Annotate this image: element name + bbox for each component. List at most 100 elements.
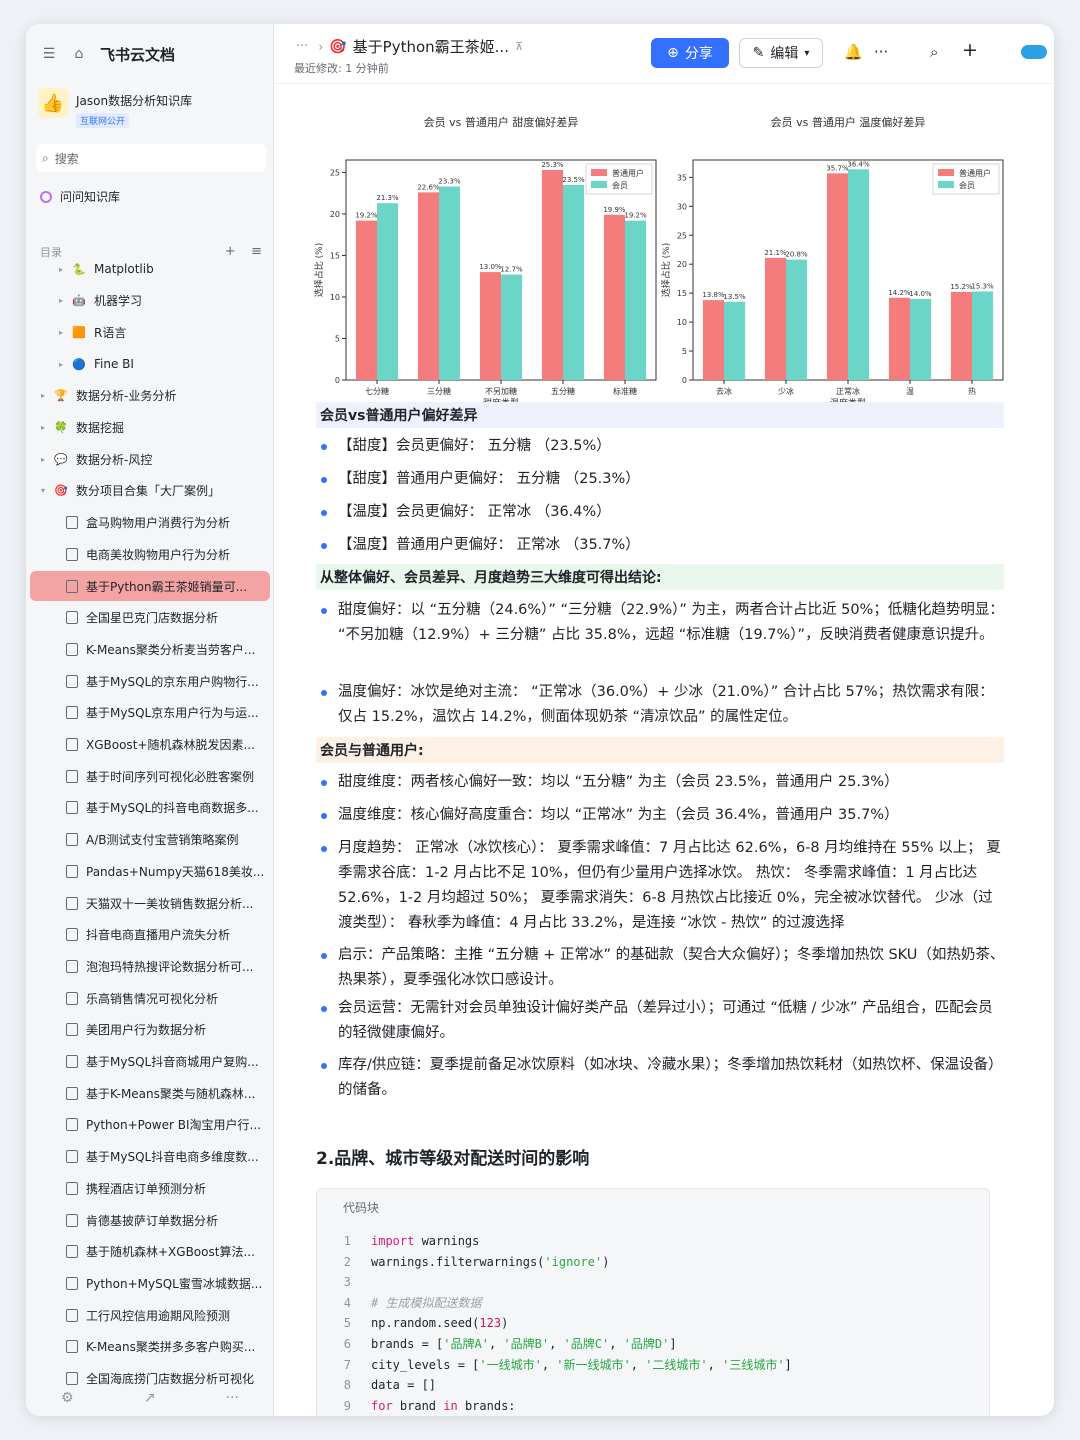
bar-value-label: 14.0% [909,290,932,298]
bar-member [377,203,399,380]
code-text: import warnings [371,1234,480,1248]
chevron-right-icon[interactable]: ▸ [56,328,66,337]
sidebar-tree-item[interactable]: 携程酒店订单预测分析 [30,1173,270,1203]
bell-icon[interactable]: 🔔 [844,43,863,61]
sidebar-tree-item[interactable]: 泡泡玛特热搜评论数据分析可... [30,951,270,981]
sidebar-tree-item[interactable]: 基于MySQL抖音电商多维度数... [30,1142,270,1172]
sidebar-tree-item[interactable]: Pandas+Numpy天猫618美妆... [30,856,270,886]
bar-regular [826,173,848,380]
sidebar-tree-item[interactable]: 基于MySQL抖音商城用户复购... [30,1047,270,1077]
y-tick-label: 35 [677,173,687,182]
collapse-sidebar-icon[interactable]: ☰ [40,45,58,63]
list-item: 库存/供应链：夏季提前备足冰饮原料（如冰块、冷藏水果）；冬季增加热饮耗材（如热饮… [316,1053,1006,1103]
knowledge-base-header[interactable]: 👍 Jason数据分析知识库 互联网公开 [38,88,192,128]
sidebar-tree-item[interactable]: Python+Power BI淘宝用户行... [30,1110,270,1140]
share-out-icon[interactable]: ↗ [144,1390,156,1406]
sidebar-tree-item[interactable]: 全国星巴克门店数据分析 [30,603,270,633]
sidebar-tree-item[interactable]: 肯德基披萨订单数据分析 [30,1205,270,1235]
sidebar-tree-item[interactable]: 美团用户行为数据分析 [30,1015,270,1045]
thumbs-up-icon: 👍 [38,88,68,118]
sidebar-tree-item[interactable]: ▸ 🏆 数据分析-业务分析 [30,381,270,411]
list-item: 温度偏好：冰饮是绝对主流： “正常冰（36.0%）+ 少冰（21.0%）” 合计… [316,680,1006,730]
breadcrumb-more[interactable]: ··· [296,39,308,54]
share-button[interactable]: ⊕ 分享 [651,38,729,68]
bar-value-label: 20.8% [785,251,808,259]
settings-icon[interactable]: ⚙ [61,1390,74,1406]
sidebar-tree-item[interactable]: ▸ 💬 数据分析-风控 [30,444,270,474]
sidebar-search[interactable]: ⌕ 搜索 [36,144,266,172]
bar-member [439,186,461,380]
sidebar-tree-item[interactable]: 基于MySQL的京东用户购物行... [30,666,270,696]
bar-value-label: 23.5% [562,176,585,184]
bar-value-label: 23.3% [438,178,461,186]
sidebar-tree-item[interactable]: A/B测试支付宝营销策略案例 [30,825,270,855]
home-icon[interactable]: ⌂ [70,45,88,63]
sidebar-tree-item[interactable]: ▾ 🎯 数分项目合集「大厂案例」 [30,476,270,506]
sidebar-tree-item[interactable]: K-Means聚类分析麦当劳客户... [30,634,270,664]
pin-icon[interactable]: ⊼ [515,40,523,53]
more-options-icon[interactable]: ··· [874,43,888,61]
edit-button[interactable]: ✎ 编辑 ▾ [739,38,823,68]
sidebar-tree-item[interactable]: 基于MySQL京东用户行为与运... [30,698,270,728]
more-icon[interactable]: ··· [226,1390,239,1406]
sidebar-tree-item[interactable]: 基于Python霸王茶姬销量可... [30,571,270,601]
bar-value-label: 22.6% [417,183,440,191]
sidebar-tree-item[interactable]: XGBoost+随机森林脱发因素... [30,730,270,760]
cloud-icon[interactable] [1021,45,1047,59]
target-icon: 🎯 [329,38,347,55]
chevron-right-icon[interactable]: ▸ [38,391,48,400]
bar-value-label: 13.0% [479,263,502,271]
chevron-right-icon[interactable]: ▸ [56,360,66,369]
legend-label: 普通用户 [959,168,991,178]
chevron-down-icon[interactable]: ▾ [38,486,48,495]
trophy-icon: 🏆 [54,389,68,403]
sidebar-tree-item[interactable]: 电商美妆购物用户行为分析 [30,539,270,569]
bar-value-label: 14.2% [888,289,911,297]
section-heading-preference-diff: 会员vs普通用户偏好差异 [316,402,1004,428]
sidebar-tree-item[interactable]: 盒马购物用户消费行为分析 [30,508,270,538]
sidebar-tree-item[interactable]: 基于时间序列可视化必胜客案例 [30,761,270,791]
x-tick-label: 去冰 [716,386,732,396]
sidebar-item-label: 基于Python霸王茶姬销量可... [86,579,248,594]
sidebar-tree-item[interactable]: K-Means聚类拼多多客户购买... [30,1332,270,1362]
sidebar-tree-item[interactable]: ▸ 🐍 Matplotlib [30,254,270,284]
sidebar-item-label: 美团用户行为数据分析 [86,1023,207,1038]
y-tick-label: 20 [330,210,340,219]
code-block-label: 代码块 [343,1201,380,1215]
sidebar-tree-item[interactable]: ▸ 🟧 R语言 [30,317,270,347]
sidebar-tree-item[interactable]: 基于随机森林+XGBoost算法... [30,1237,270,1267]
chevron-right-icon[interactable]: ▸ [38,455,48,464]
bar-value-label: 19.2% [624,212,647,220]
sidebar-tree-item[interactable]: ▸ 🔵 Fine BI [30,349,270,379]
ask-ai-icon [40,190,52,203]
sidebar-item-label: 全国星巴克门店数据分析 [86,611,219,626]
code-line-number: 3 [343,1275,351,1290]
y-tick-label: 0 [335,376,340,385]
sidebar-tree-item[interactable]: 乐高销售情况可视化分析 [30,983,270,1013]
code-line-number: 5 [343,1316,351,1331]
code-line: 9 for brand in brands: [317,1396,991,1416]
add-icon[interactable]: + [962,39,978,61]
ask-knowledge-base[interactable]: 问问知识库 [40,188,120,205]
section-heading-member-vs-regular: 会员与普通用户: [316,737,1004,763]
sidebar-tree-item[interactable]: 基于MySQL的抖音电商数据多... [30,793,270,823]
sidebar-tree-item[interactable]: 工行风控信用逾期风险预测 [30,1300,270,1330]
bar-value-label: 12.7% [500,266,523,274]
list-item: 【甜度】会员更偏好： 五分糖 （23.5%） [316,434,1006,459]
sidebar-tree-item[interactable]: 抖音电商直播用户流失分析 [30,920,270,950]
chevron-right-icon[interactable]: ▸ [56,296,66,305]
search-icon[interactable]: ⌕ [930,43,938,61]
sidebar-tree-item[interactable]: ▸ 🤖 机器学习 [30,286,270,316]
sidebar-tree-item[interactable]: 天猫双十一美妆销售数据分析... [30,888,270,918]
chevron-right-icon[interactable]: ▸ [38,423,48,432]
chevron-right-icon[interactable]: ▸ [56,265,66,274]
sidebar-item-label: R语言 [94,325,127,340]
sidebar-tree-item[interactable]: 基于K-Means聚类与随机森林... [30,1078,270,1108]
sidebar-item-label: 数据分析-风控 [76,452,153,467]
sidebar-item-label: 数据分析-业务分析 [76,389,177,404]
r-language-icon: 🟧 [72,325,86,339]
code-block[interactable]: 代码块 1 import warnings 2 warnings.filterwarn… [316,1188,990,1416]
sidebar-tree-item[interactable]: ▸ 🍀 数据挖掘 [30,413,270,443]
sidebar-tree-item[interactable]: Python+MySQL蜜雪冰城数据... [30,1268,270,1298]
target-icon: 🎯 [54,484,68,498]
